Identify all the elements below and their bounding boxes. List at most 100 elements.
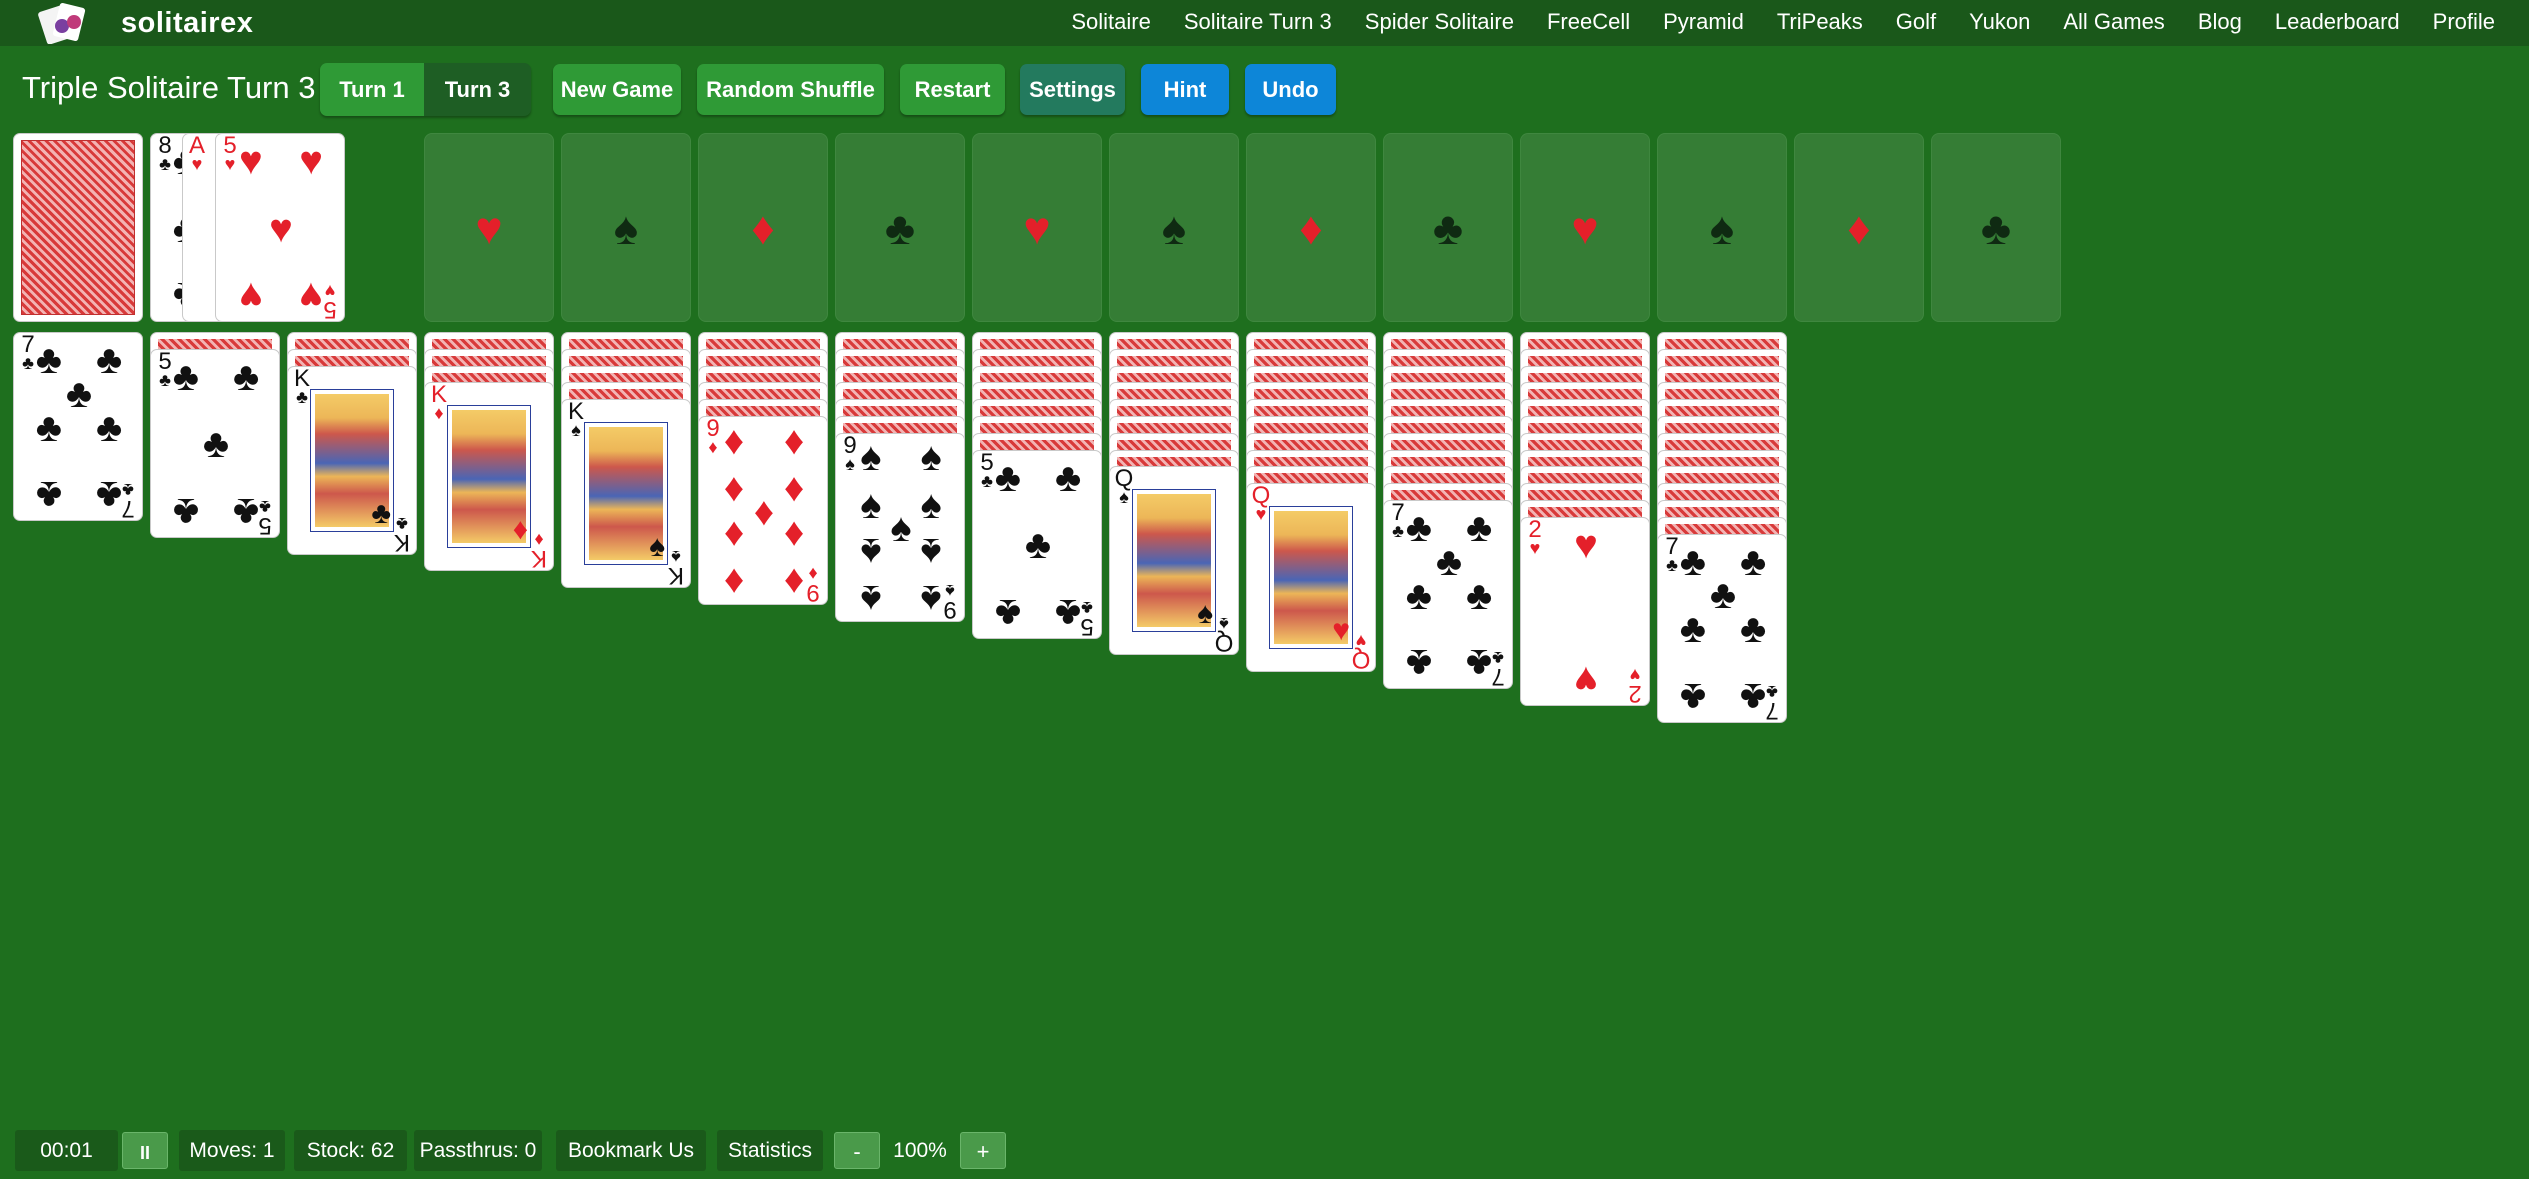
foundation-slot[interactable]: ♦ (1794, 133, 1924, 322)
card-corner-bottom: Q ♥ (1350, 631, 1372, 671)
foundation-slot[interactable]: ♣ (835, 133, 965, 322)
waste-card[interactable]: 5 ♥ 5 ♥ ♥ ♥ ♥ ♥ ♥ (215, 133, 345, 322)
clubs-icon: ♣ (371, 496, 391, 530)
foundation-slot[interactable]: ♠ (561, 133, 691, 322)
foundation-slot[interactable]: ♦ (1246, 133, 1376, 322)
tableau-card[interactable]: 9 ♦ 9 ♦ ♦ ♦ ♦ ♦ ♦ ♦ ♦ ♦ ♦ (698, 416, 828, 605)
court-figure-icon: ♦ (447, 405, 531, 549)
nav-link-yukon[interactable]: Yukon (1969, 9, 2030, 35)
clubs-icon: ♣ (884, 202, 916, 254)
clubs-icon: ♣ (1432, 202, 1464, 254)
tableau-card[interactable]: 7 ♣ 7 ♣ ♣ ♣ ♣ ♣ ♣ ♣ ♣ (1657, 533, 1787, 723)
tableau-card[interactable]: 7 ♣ 7 ♣ ♣ ♣ ♣ ♣ ♣ ♣ ♣ (13, 332, 143, 521)
clubs-icon: ♣ (35, 405, 63, 450)
tableau-card[interactable]: 7 ♣ 7 ♣ ♣ ♣ ♣ ♣ ♣ ♣ ♣ (1383, 500, 1513, 689)
turn-mode-toggle: Turn 1 Turn 3 (320, 63, 531, 116)
turn-3-button[interactable]: Turn 3 (424, 63, 531, 116)
nav-link-all-games[interactable]: All Games (2063, 9, 2164, 35)
new-game-button[interactable]: New Game (553, 64, 681, 115)
hearts-icon: ♥ (1574, 657, 1598, 702)
clubs-icon: ♣ (95, 473, 123, 518)
card-pips: ♣ ♣ ♣ ♣ ♣ ♣ ♣ (36, 340, 122, 517)
game-title: Triple Solitaire Turn 3 (22, 70, 316, 105)
card-pips: ♦ ♦ ♦ ♦ ♦ ♦ ♦ ♦ ♦ (721, 421, 805, 604)
turn-1-button[interactable]: Turn 1 (320, 63, 424, 116)
clubs-icon: ♣ (1054, 455, 1082, 500)
clubs-icon: ♣ (1465, 573, 1493, 618)
card-pips: ♣ ♣ ♣ ♣ ♣ (995, 458, 1081, 635)
zoom-out-button[interactable]: - (834, 1132, 880, 1169)
clubs-icon: ♣ (1054, 590, 1082, 635)
clubs-icon: ♣ (1739, 674, 1767, 719)
card-corner-bottom: Q ♠ (1213, 614, 1235, 654)
foundation-slot[interactable]: ♠ (1109, 133, 1239, 322)
nav-link-spider-solitaire[interactable]: Spider Solitaire (1365, 9, 1514, 35)
foundation-slot[interactable]: ♥ (1520, 133, 1650, 322)
tableau-card[interactable]: K ♦ K ♦ ♦ (424, 382, 554, 572)
card-corner-bottom: K ♣ (391, 514, 413, 554)
diamonds-icon: ♦ (751, 202, 775, 254)
settings-button[interactable]: Settings (1020, 64, 1125, 115)
clubs-icon: ♣ (95, 405, 123, 450)
tableau-card[interactable]: 2 ♥ 2 ♥ ♥ ♥ (1520, 516, 1650, 706)
spades-icon: ♠ (920, 435, 942, 480)
hearts-icon: ♥ (269, 206, 293, 251)
card-corner-bottom: K ♠ (665, 547, 687, 587)
restart-button[interactable]: Restart (900, 64, 1005, 115)
pause-button[interactable]: II (122, 1132, 168, 1169)
nav-link-pyramid[interactable]: Pyramid (1663, 9, 1744, 35)
nav-link-blog[interactable]: Blog (2198, 9, 2242, 35)
nav-link-profile[interactable]: Profile (2433, 9, 2495, 35)
clubs-icon: ♣ (172, 489, 200, 534)
top-nav: solitairex Solitaire Solitaire Turn 3 Sp… (0, 0, 2529, 46)
timer: 00:01 (15, 1130, 118, 1171)
card-pips: ♠ ♠ ♠ ♠ ♠ ♠ ♠ ♠ ♠ (858, 437, 942, 620)
hearts-icon: ♥ (1571, 202, 1599, 254)
stock-pile[interactable] (13, 133, 143, 322)
hint-button[interactable]: Hint (1141, 64, 1229, 115)
playing-cards-logo-icon[interactable] (36, 2, 96, 44)
clubs-icon: ♣ (1465, 641, 1493, 686)
undo-button[interactable]: Undo (1245, 64, 1336, 115)
foundation-slot[interactable]: ♥ (424, 133, 554, 322)
court-figure-icon: ♣ (310, 388, 394, 532)
nav-link-tripeaks[interactable]: TriPeaks (1777, 9, 1863, 35)
zoom-in-button[interactable]: + (960, 1132, 1006, 1169)
hearts-icon: ♥ (1332, 614, 1350, 648)
tableau-card[interactable]: 5 ♣ 5 ♣ ♣ ♣ ♣ ♣ ♣ (972, 449, 1102, 639)
nav-link-solitaire-turn-3[interactable]: Solitaire Turn 3 (1184, 9, 1332, 35)
tableau-card[interactable]: K ♣ K ♣ ♣ (287, 365, 417, 555)
clubs-icon: ♣ (202, 422, 230, 467)
statistics-button[interactable]: Statistics (717, 1130, 823, 1171)
tableau-card[interactable]: 9 ♠ 9 ♠ ♠ ♠ ♠ ♠ ♠ ♠ ♠ ♠ ♠ (835, 432, 965, 622)
bookmark-button[interactable]: Bookmark Us (556, 1130, 706, 1171)
nav-link-freecell[interactable]: FreeCell (1547, 9, 1630, 35)
diamonds-icon: ♦ (723, 513, 745, 558)
clubs-icon: ♣ (1679, 607, 1707, 652)
tableau-card[interactable]: Q ♥ Q ♥ ♥ (1246, 483, 1376, 673)
clubs-icon: ♣ (1024, 523, 1052, 568)
nav-link-golf[interactable]: Golf (1896, 9, 1936, 35)
brand-name[interactable]: solitairex (121, 7, 253, 40)
hearts-icon: ♥ (299, 138, 323, 183)
nav-link-solitaire[interactable]: Solitaire (1071, 9, 1150, 35)
clubs-icon: ♣ (994, 590, 1022, 635)
tableau-card[interactable]: Q ♠ Q ♠ ♠ (1109, 466, 1239, 656)
foundation-slot[interactable]: ♦ (698, 133, 828, 322)
foundation-slot[interactable]: ♣ (1383, 133, 1513, 322)
spades-icon: ♠ (1709, 202, 1735, 254)
zoom-level: 100% (893, 1139, 947, 1162)
random-shuffle-button[interactable]: Random Shuffle (697, 64, 884, 115)
clubs-icon: ♣ (1679, 674, 1707, 719)
foundation-slot[interactable]: ♣ (1931, 133, 2061, 322)
tableau-card[interactable]: K ♠ K ♠ ♠ (561, 399, 691, 589)
card-corner-bottom: K ♦ (528, 530, 550, 570)
tableau-card[interactable]: 5 ♣ 5 ♣ ♣ ♣ ♣ ♣ ♣ (150, 348, 280, 538)
nav-link-leaderboard[interactable]: Leaderboard (2275, 9, 2400, 35)
foundation-slot[interactable]: ♠ (1657, 133, 1787, 322)
foundation-slot[interactable]: ♥ (972, 133, 1102, 322)
moves-counter: Moves: 1 (179, 1130, 285, 1171)
diamonds-icon: ♦ (1299, 202, 1323, 254)
clubs-icon: ♣ (1980, 202, 2012, 254)
court-figure-icon: ♥ (1269, 506, 1353, 650)
